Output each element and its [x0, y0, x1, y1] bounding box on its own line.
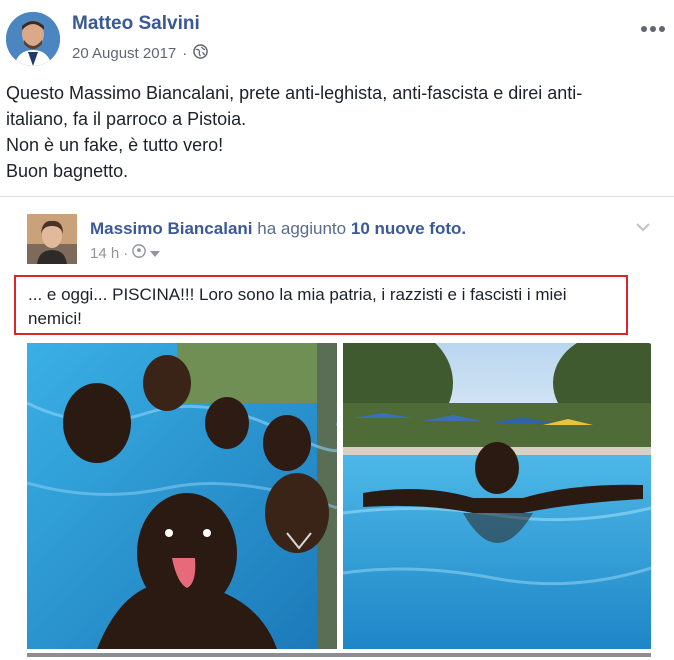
- shared-meta-separator: ·: [123, 244, 129, 262]
- author-avatar[interactable]: [6, 12, 60, 66]
- shared-photo-count: 10: [350, 219, 370, 238]
- shared-author-avatar: [27, 214, 77, 264]
- post-date[interactable]: 20 August 2017: [72, 45, 176, 62]
- post-text-line: italiano, fa il parroco a Pistoia.: [6, 109, 247, 129]
- ellipsis-icon[interactable]: [640, 20, 666, 32]
- post-text-line: Non è un fake, è tutto vero!: [6, 135, 224, 155]
- post-text: Questo Massimo Biancalani, prete anti-le…: [6, 80, 646, 184]
- post-text-line: Buon bagnetto.: [6, 161, 129, 181]
- pool-swimmer-photo[interactable]: [343, 343, 651, 649]
- shared-action-prefix: ha aggiunto: [257, 219, 347, 238]
- shared-author-name: Massimo Biancalani: [90, 219, 253, 238]
- shared-post-screenshot[interactable]: Massimo Biancalani ha aggiunto 10 nuove …: [0, 197, 674, 660]
- post-text-line: Questo Massimo Biancalani, prete anti-le…: [6, 83, 583, 103]
- author-name[interactable]: Matteo Salvini: [72, 13, 200, 35]
- shared-post-header: Massimo Biancalani ha aggiunto 10 nuove …: [90, 219, 466, 239]
- caret-down-icon: [150, 245, 161, 262]
- more-photos-strip: [27, 653, 651, 657]
- chevron-down-icon: [636, 219, 650, 232]
- shared-caption-highlight: ... e oggi... PISCINA!!! Loro sono la mi…: [14, 275, 628, 335]
- post-meta: 20 August 2017 ·: [72, 44, 209, 63]
- meta-separator: ·: [182, 45, 188, 62]
- shared-caption-text: ... e oggi... PISCINA!!! Loro sono la mi…: [28, 285, 567, 328]
- facebook-post: Matteo Salvini 20 August 2017 · Questo M…: [0, 0, 674, 660]
- shared-post-time: 14 h: [90, 244, 120, 262]
- shared-action-suffix: nuove foto.: [374, 219, 467, 238]
- friends-icon: [132, 244, 147, 262]
- shared-post-meta: 14 h ·: [90, 244, 161, 262]
- pool-selfie-photo[interactable]: [27, 343, 337, 649]
- globe-icon[interactable]: [193, 44, 209, 63]
